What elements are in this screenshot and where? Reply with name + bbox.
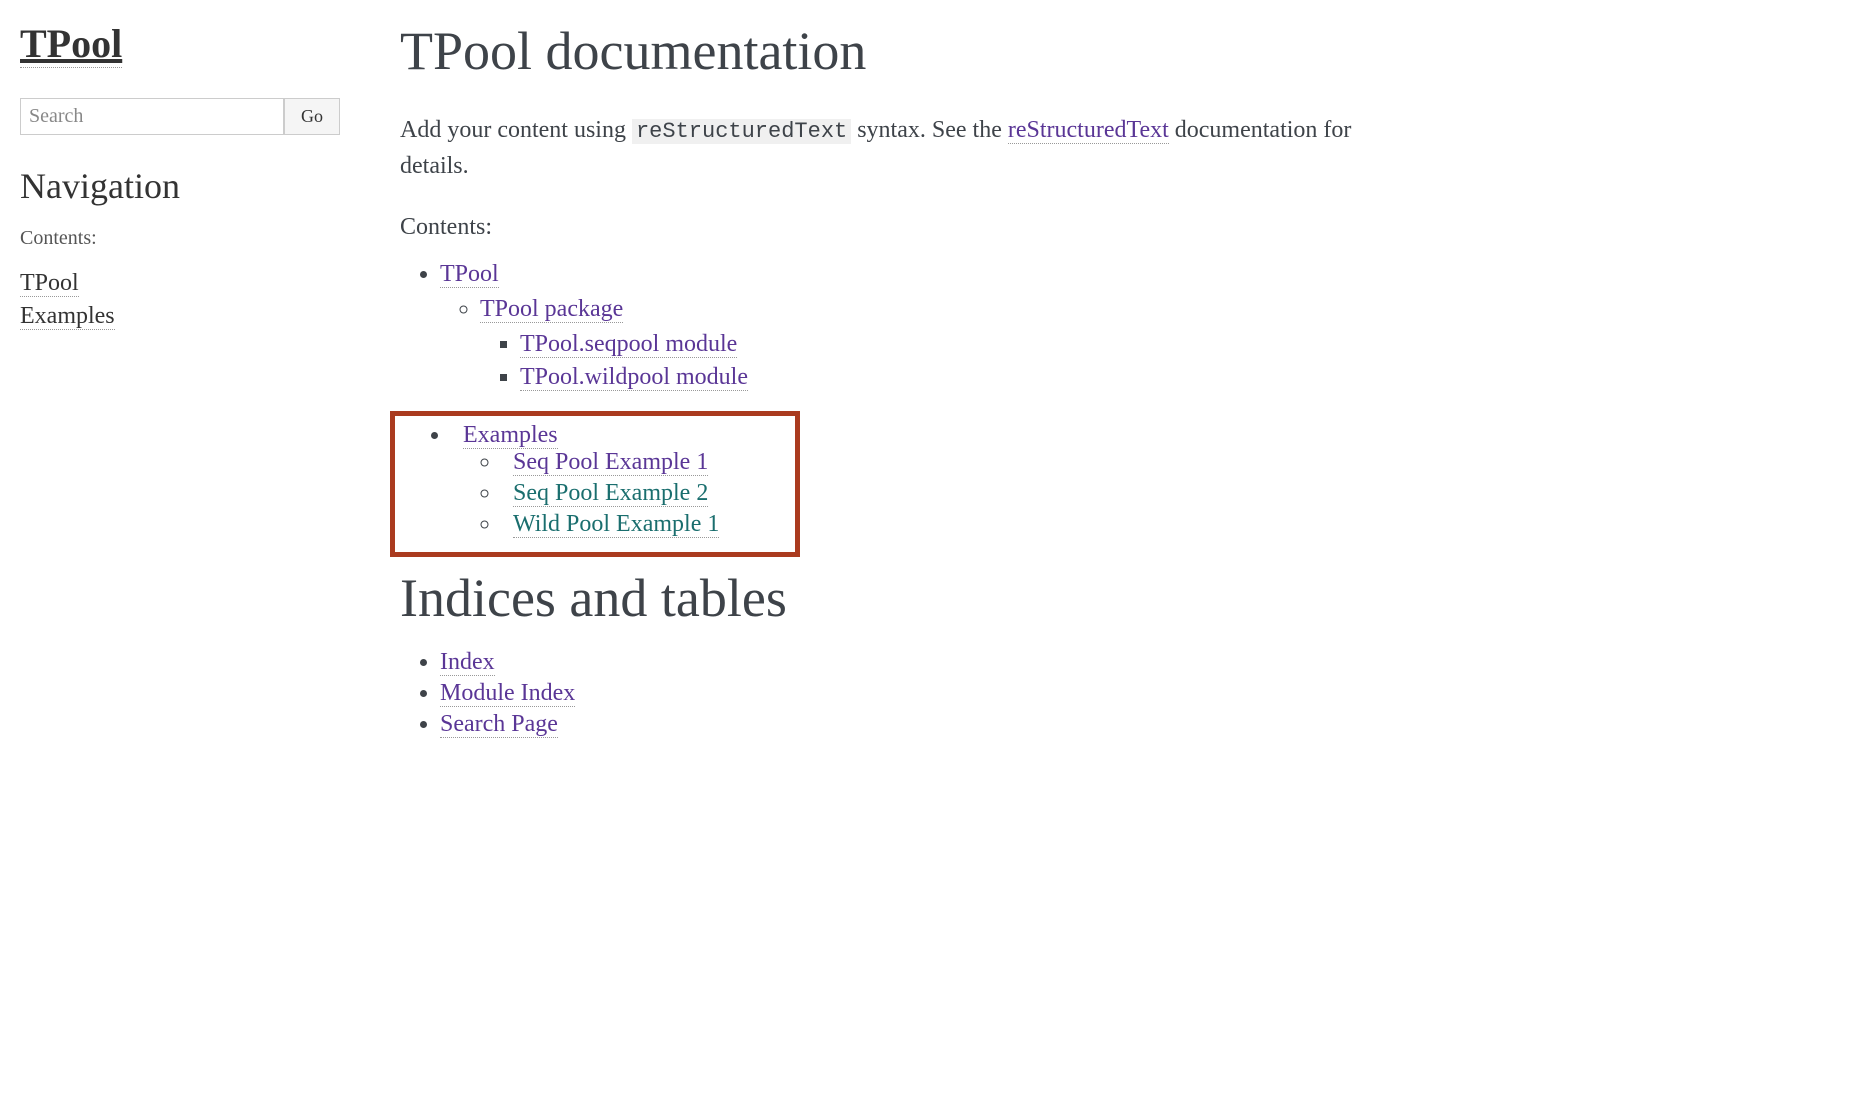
nav-contents-label: Contents: (20, 227, 340, 250)
indices-item-index: Index (440, 649, 1420, 676)
nav-heading: Navigation (20, 165, 340, 207)
highlight-box: Examples Seq Pool Example 1 Seq Pool Exa… (390, 411, 800, 557)
nav-list: TPool Examples (20, 270, 340, 330)
toc-link-seq-ex1[interactable]: Seq Pool Example 1 (513, 449, 708, 476)
sidebar-item-examples[interactable]: Examples (20, 303, 115, 330)
indices-link-index[interactable]: Index (440, 649, 495, 676)
indices-link-module-index[interactable]: Module Index (440, 680, 575, 707)
indices-heading: Indices and tables (400, 567, 1420, 629)
sidebar: TPool Go Navigation Contents: TPool Exam… (0, 0, 360, 1116)
toc-link-tpool-package[interactable]: TPool package (480, 296, 623, 323)
page-title: TPool documentation (400, 20, 1420, 82)
indices-item-search-page: Search Page (440, 711, 1420, 738)
toc-item-seq-ex2: Seq Pool Example 2 (481, 480, 787, 507)
toc-item-examples: Examples Seq Pool Example 1 Seq Pool Exa… (431, 422, 787, 538)
intro-paragraph: Add your content using reStructuredText … (400, 112, 1420, 184)
toc-item-tpool-package: TPool package TPool.seqpool module TPool… (480, 296, 1420, 391)
indices-list: Index Module Index Search Page (400, 649, 1420, 738)
indices-item-module-index: Module Index (440, 680, 1420, 707)
toc-item-seqpool: TPool.seqpool module (520, 331, 1420, 358)
toc-item-seq-ex1: Seq Pool Example 1 (481, 449, 787, 476)
toc-item-wildpool: TPool.wildpool module (520, 364, 1420, 391)
intro-code: reStructuredText (632, 119, 851, 144)
indices-link-search-page[interactable]: Search Page (440, 711, 558, 738)
site-title[interactable]: TPool (20, 20, 122, 68)
toc-link-wildpool[interactable]: TPool.wildpool module (520, 364, 748, 391)
toc-link-seqpool[interactable]: TPool.seqpool module (520, 331, 737, 358)
go-button[interactable]: Go (284, 98, 340, 135)
toc-link-tpool[interactable]: TPool (440, 261, 499, 288)
toc-item-wild-ex1: Wild Pool Example 1 (481, 511, 787, 538)
restructuredtext-link[interactable]: reStructuredText (1008, 117, 1169, 144)
intro-prefix: Add your content using (400, 117, 632, 143)
intro-mid: syntax. See the (851, 117, 1008, 143)
contents-label: Contents: (400, 214, 1420, 241)
toc: TPool TPool package TPool.seqpool module… (400, 261, 1420, 391)
main-content: TPool documentation Add your content usi… (360, 0, 1460, 1116)
search-input[interactable] (20, 98, 284, 135)
toc-item-tpool: TPool TPool package TPool.seqpool module… (440, 261, 1420, 391)
toc-link-examples[interactable]: Examples (463, 422, 558, 449)
toc-link-seq-ex2[interactable]: Seq Pool Example 2 (513, 480, 708, 507)
sidebar-item-tpool[interactable]: TPool (20, 270, 79, 297)
search-form: Go (20, 98, 340, 135)
toc-link-wild-ex1[interactable]: Wild Pool Example 1 (513, 511, 719, 538)
